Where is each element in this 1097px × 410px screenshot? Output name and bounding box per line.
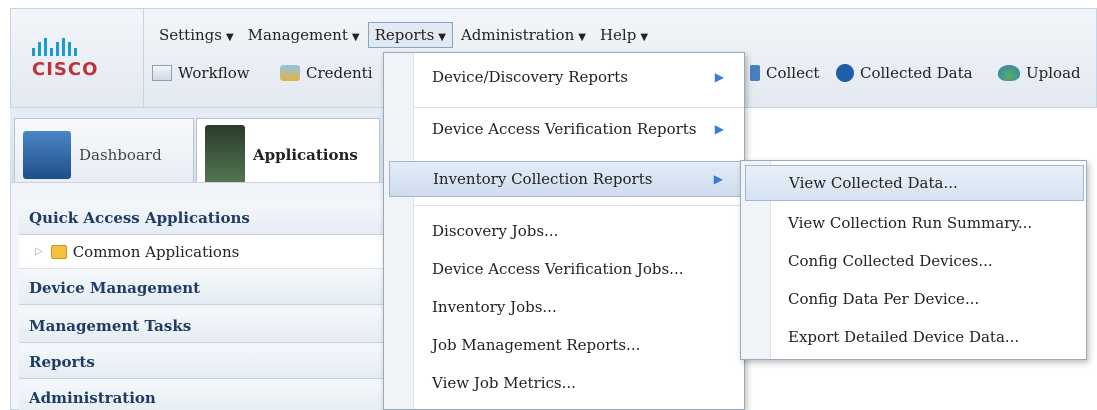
- menu-separator: [414, 107, 744, 108]
- nav-reports[interactable]: Reports: [19, 345, 389, 379]
- menu-item-inventory-jobs[interactable]: Inventory Jobs...: [414, 289, 744, 325]
- collect-button[interactable]: Collect: [750, 64, 819, 82]
- nav-device-management[interactable]: Device Management: [19, 271, 389, 305]
- tab-dashboard[interactable]: Dashboard: [14, 118, 194, 190]
- submenu-item-config-data-per-device[interactable]: Config Data Per Device...: [771, 281, 1086, 317]
- applications-icon: [205, 124, 245, 185]
- submenu-arrow-icon: ▶: [713, 172, 723, 186]
- submenu-arrow-icon: ▶: [714, 122, 724, 136]
- menu-help[interactable]: Help ▼: [594, 23, 654, 47]
- menu-item-discovery-jobs[interactable]: Discovery Jobs...: [414, 213, 744, 249]
- menu-item-view-job-metrics[interactable]: View Job Metrics...: [414, 365, 744, 401]
- nav-management-tasks[interactable]: Management Tasks: [19, 309, 389, 343]
- menu-item-device-access-verification-reports[interactable]: Device Access Verification Reports ▶: [414, 111, 744, 147]
- submenu-item-config-collected-devices[interactable]: Config Collected Devices...: [771, 243, 1086, 279]
- inventory-collection-submenu: View Collected Data... View Collection R…: [740, 160, 1087, 360]
- workflow-button[interactable]: Workflow: [152, 64, 250, 82]
- credentials-button[interactable]: Credenti: [280, 64, 373, 82]
- folder-icon: [50, 244, 67, 259]
- collected-data-button[interactable]: Collected Data: [836, 64, 973, 82]
- menu-reports[interactable]: Reports ▼: [367, 22, 453, 48]
- workflow-icon: [152, 65, 172, 81]
- menu-item-job-management-reports[interactable]: Job Management Reports...: [414, 327, 744, 363]
- expand-icon[interactable]: ▷: [35, 246, 43, 257]
- cisco-logo: CISCO: [20, 38, 130, 98]
- menu-item-inventory-collection-reports[interactable]: Inventory Collection Reports ▶: [389, 161, 744, 197]
- menu-item-dav-jobs[interactable]: Device Access Verification Jobs...: [414, 251, 744, 287]
- upload-icon: [998, 65, 1020, 81]
- menu-item-device-discovery-reports[interactable]: Device/Discovery Reports ▶: [414, 59, 744, 95]
- menu-icon-gutter: [384, 53, 414, 409]
- menu-separator: [414, 205, 744, 206]
- menu-bar: Settings ▼ Management ▼ Reports ▼ Administr…: [153, 18, 656, 52]
- menu-administration[interactable]: Administration ▼: [455, 23, 592, 47]
- header-divider: [143, 8, 144, 108]
- tab-strip: Dashboard Applications: [10, 108, 390, 190]
- left-navigation: Quick Access Applications ▷ Common Appli…: [10, 182, 390, 410]
- menu-management[interactable]: Management ▼: [242, 23, 366, 47]
- submenu-arrow-icon: ▶: [714, 70, 724, 84]
- credentials-icon: [280, 65, 300, 81]
- submenu-item-export-detailed-device-data[interactable]: Export Detailed Device Data...: [771, 319, 1086, 355]
- upload-button[interactable]: Upload: [998, 64, 1081, 82]
- nav-common-applications[interactable]: ▷ Common Applications: [19, 235, 389, 269]
- tab-applications[interactable]: Applications: [196, 118, 380, 190]
- collect-icon: [750, 65, 760, 81]
- dashboard-icon: [23, 130, 71, 179]
- submenu-item-view-collection-run-summary[interactable]: View Collection Run Summary...: [771, 205, 1086, 241]
- nav-quick-access[interactable]: Quick Access Applications: [19, 201, 389, 235]
- submenu-item-view-collected-data[interactable]: View Collected Data...: [745, 165, 1084, 201]
- nav-administration[interactable]: Administration: [19, 381, 389, 410]
- collected-data-icon: [836, 64, 854, 82]
- reports-dropdown: Device/Discovery Reports ▶ Device Access …: [383, 52, 745, 410]
- menu-settings[interactable]: Settings ▼: [153, 23, 240, 47]
